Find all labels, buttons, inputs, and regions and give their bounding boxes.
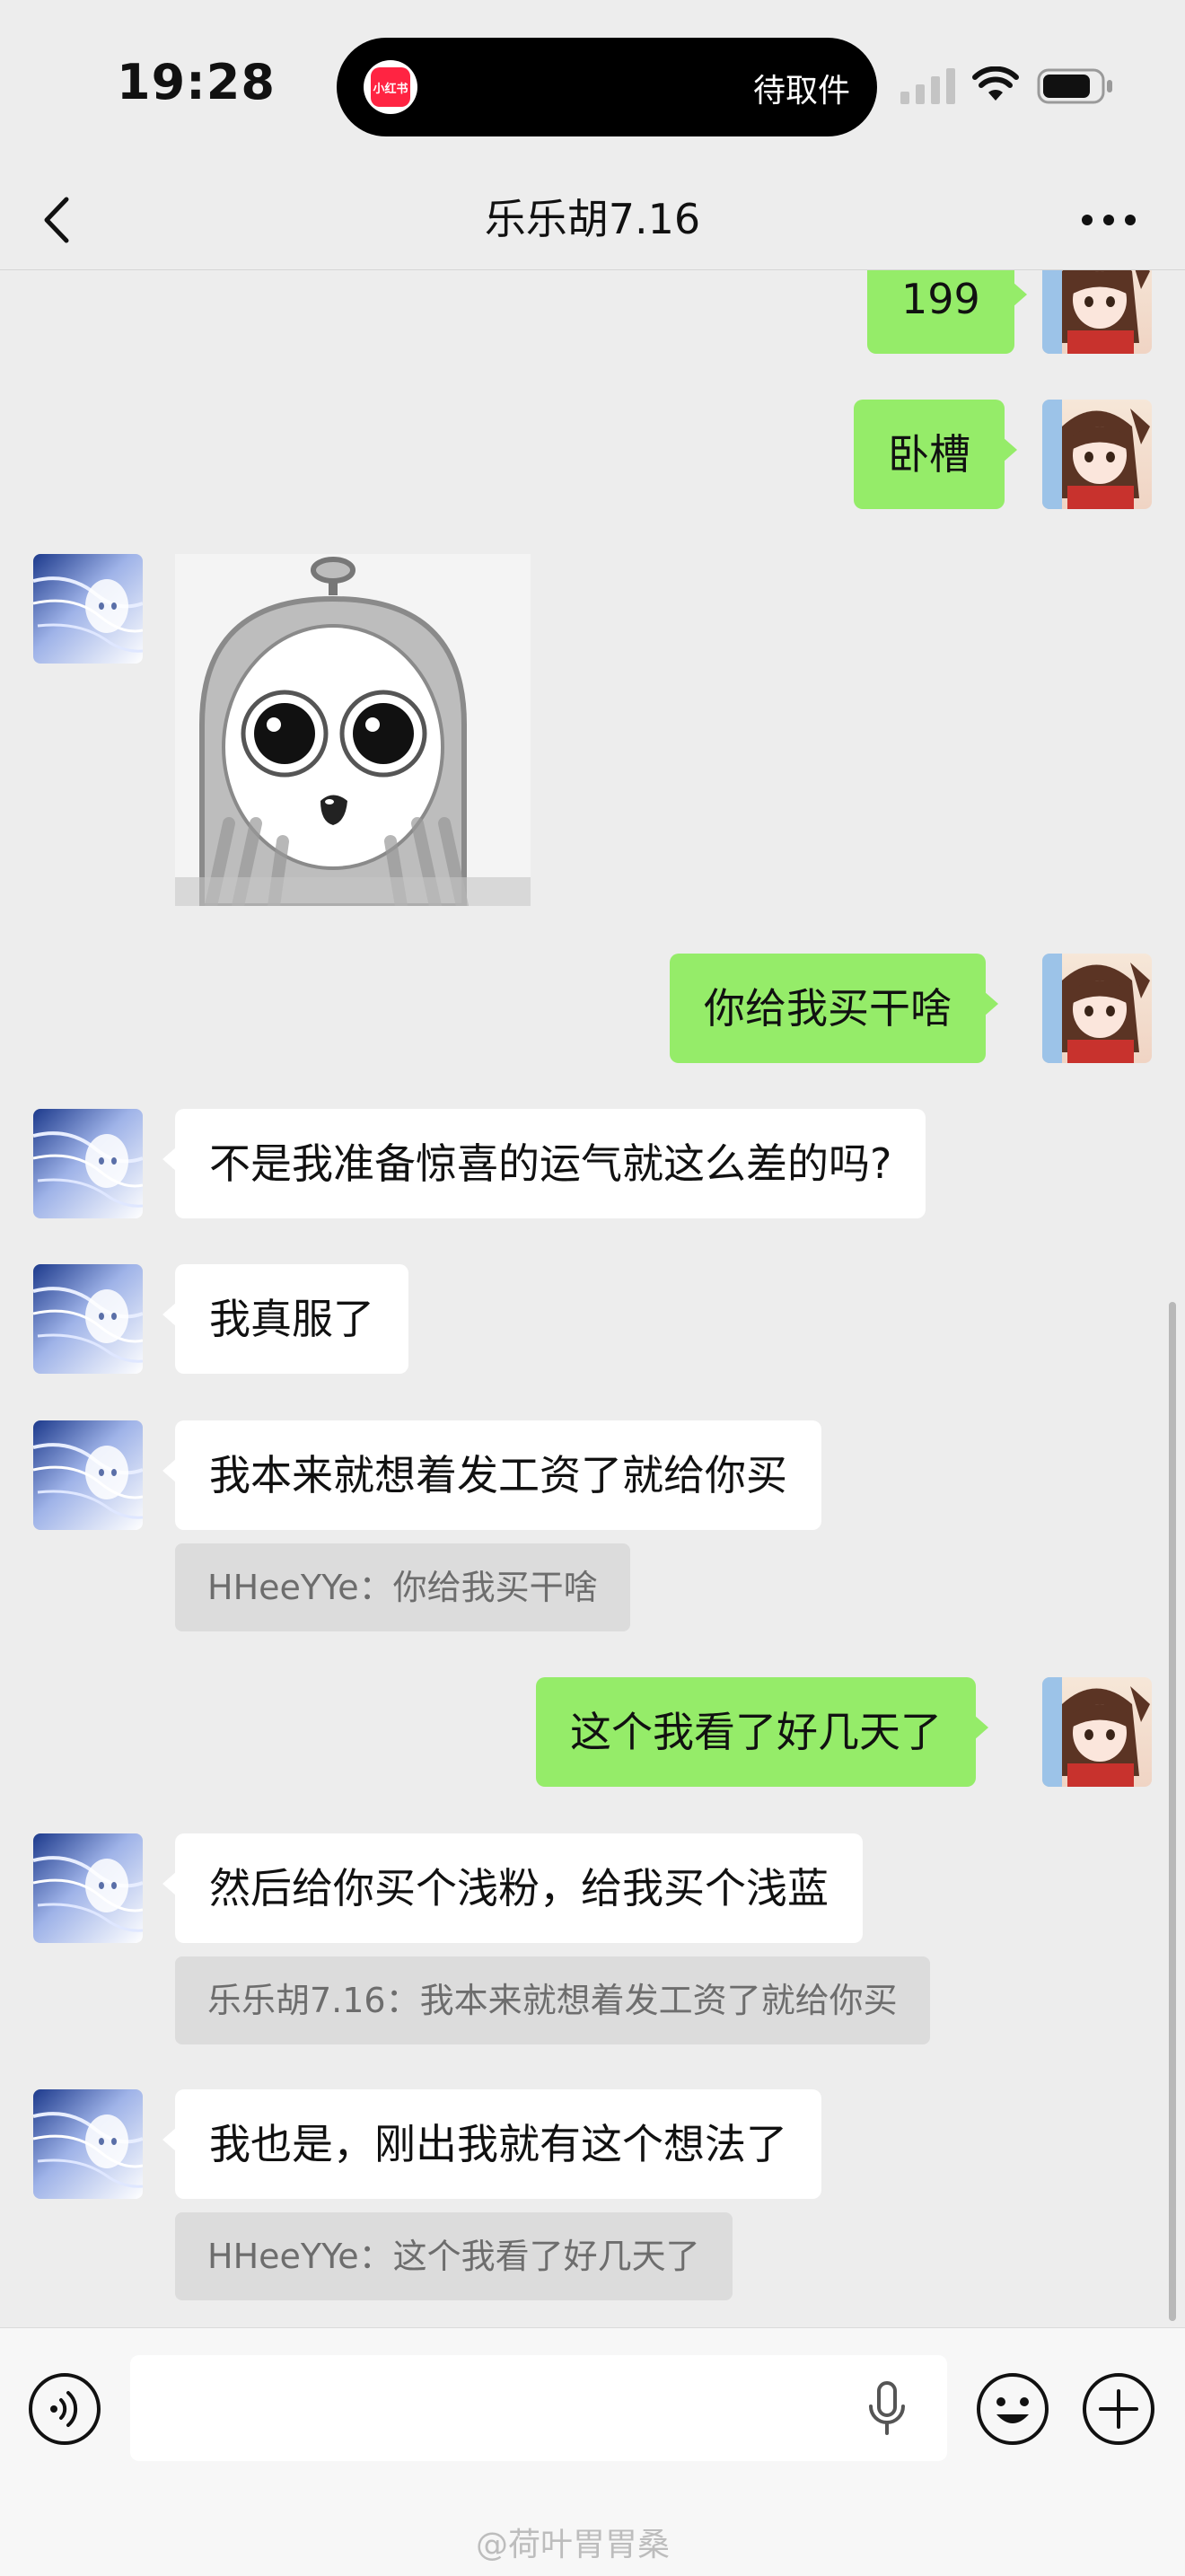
my-avatar[interactable] (1042, 1677, 1152, 1787)
status-bar: 19:28 小红书 待取件 (0, 0, 1185, 171)
chat-title: 乐乐胡7.16 (484, 195, 701, 243)
received-message-bubble[interactable]: 不是我准备惊喜的运气就这么差的吗? (162, 1109, 926, 1218)
received-message-bubble[interactable]: 然后给你买个浅粉，给我买个浅蓝 (162, 1833, 863, 1943)
chat-header: 乐乐胡7.16 (0, 171, 1185, 270)
mic-icon[interactable] (860, 2379, 914, 2439)
sent-message-bubble[interactable]: 卧槽 (854, 400, 1017, 509)
contact-avatar[interactable] (33, 2089, 143, 2199)
watermark: @荷叶胃胃桑 (476, 2527, 671, 2563)
my-avatar[interactable] (1042, 400, 1152, 509)
received-message-bubble[interactable]: 我真服了 (162, 1264, 408, 1374)
sent-message-bubble[interactable]: 你给我买干啥 (670, 954, 998, 1063)
emoji-icon[interactable] (975, 2371, 1050, 2447)
my-avatar[interactable] (1042, 270, 1152, 354)
message-list[interactable]: 199 卧槽 你给我买干啥 不是我准备惊喜的运气就这么差的吗? 我真服了 我本来… (0, 270, 1185, 2326)
sticker-image[interactable] (175, 554, 531, 912)
contact-avatar[interactable] (33, 1420, 143, 1530)
my-avatar[interactable] (1042, 954, 1152, 1063)
quoted-reply[interactable]: HHeeYYe：这个我看了好几天了 (175, 2212, 733, 2300)
more-icon[interactable] (1073, 193, 1145, 247)
contact-avatar[interactable] (33, 554, 143, 664)
scrollbar[interactable] (1169, 1302, 1176, 2321)
wifi-icon (972, 66, 1019, 101)
xiaohongshu-app-icon: 小红书 (364, 60, 417, 114)
contact-avatar[interactable] (33, 1109, 143, 1218)
island-status-text: 待取件 (752, 73, 850, 110)
sent-message-bubble[interactable]: 这个我看了好几天了 (536, 1677, 988, 1787)
battery-icon (1037, 68, 1112, 104)
quoted-reply[interactable]: 乐乐胡7.16：我本来就想着发工资了就给你买 (175, 1956, 930, 2044)
status-time: 19:28 (117, 54, 276, 110)
quoted-reply[interactable]: HHeeYYe：你给我买干啥 (175, 1543, 630, 1631)
contact-avatar[interactable] (33, 1833, 143, 1943)
sent-message-bubble[interactable]: 199 (867, 270, 1027, 354)
app-icon-label: 小红书 (371, 67, 410, 107)
dynamic-island[interactable]: 小红书 待取件 (337, 38, 877, 136)
plus-icon[interactable] (1081, 2371, 1156, 2447)
voice-icon[interactable] (27, 2371, 102, 2447)
signal-icon (900, 68, 955, 104)
contact-avatar[interactable] (33, 1264, 143, 1374)
message-input[interactable] (130, 2355, 947, 2461)
received-message-bubble[interactable]: 我也是，刚出我就有这个想法了 (162, 2089, 821, 2199)
received-message-bubble[interactable]: 我本来就想着发工资了就给你买 (162, 1420, 821, 1530)
